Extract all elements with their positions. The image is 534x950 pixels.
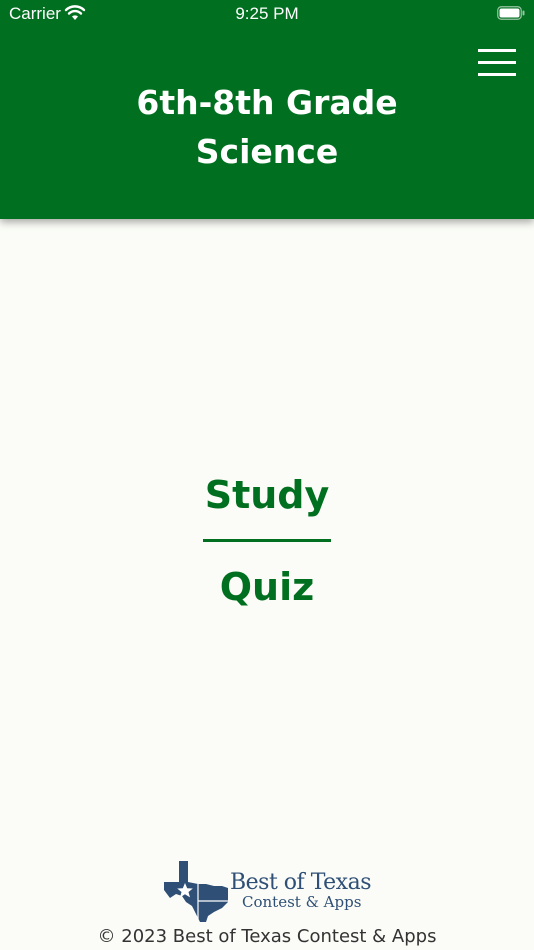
study-button[interactable]: Study [167, 471, 367, 519]
menu-line [478, 73, 516, 76]
battery-icon [497, 6, 525, 20]
menu-line [478, 61, 516, 64]
hamburger-menu-icon[interactable] [474, 46, 520, 80]
app-header: Carrier 9:25 PM 6th-8th Grade Science [0, 0, 534, 219]
status-time: 9:25 PM [235, 4, 299, 23]
page-title: 6th-8th Grade Science [0, 78, 534, 176]
texas-map-icon [164, 861, 228, 922]
page-title-line1: 6th-8th Grade [136, 83, 398, 122]
quiz-button[interactable]: Quiz [167, 563, 367, 611]
logo-text-line2: Contest & Apps [242, 893, 362, 911]
menu-line [478, 49, 516, 52]
copyright-text: © 2023 Best of Texas Contest & Apps [97, 926, 437, 947]
status-bar: Carrier 9:25 PM [0, 0, 534, 30]
page-title-line2: Science [195, 132, 339, 171]
menu-divider [203, 539, 331, 542]
